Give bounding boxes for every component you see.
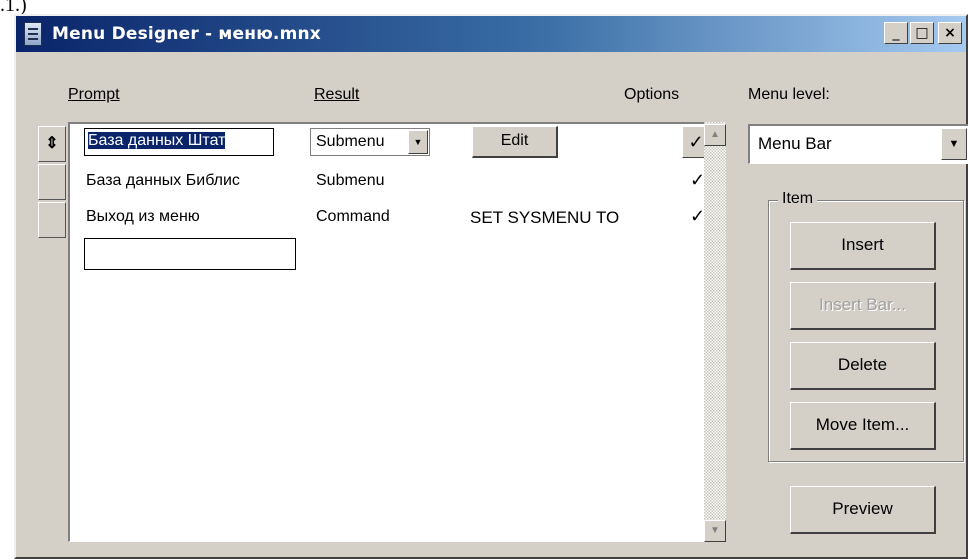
- result-column-header: Result: [314, 86, 360, 103]
- edit-button[interactable]: Edit: [472, 126, 558, 158]
- checkmark-icon[interactable]: ✓: [690, 170, 705, 191]
- vertical-scrollbar[interactable]: ▲ ▼: [704, 122, 726, 542]
- move-item-button[interactable]: Move Item...: [790, 402, 936, 450]
- menu-designer-icon: [24, 22, 42, 46]
- checkmark-icon[interactable]: ✓: [690, 206, 705, 227]
- minimize-button[interactable]: _: [884, 22, 908, 44]
- title-buttons: _ □ ×: [884, 22, 962, 44]
- prompt-cell[interactable]: Выход из меню: [86, 208, 200, 226]
- scroll-down-icon[interactable]: ▼: [704, 520, 726, 542]
- prompt-cell[interactable]: База данных Библис: [86, 172, 240, 190]
- row-mover-button[interactable]: [38, 202, 66, 238]
- menu-designer-window: Menu Designer - меню.mnx _ □ × Prompt Re…: [14, 14, 968, 559]
- table-row[interactable]: Выход из меню Command SET SYSMENU TO ✓: [70, 202, 717, 234]
- chevron-down-icon[interactable]: ▼: [408, 130, 428, 154]
- options-column-header: Options: [624, 86, 680, 103]
- insert-button[interactable]: Insert: [790, 222, 936, 270]
- chevron-down-icon[interactable]: ▼: [941, 128, 967, 160]
- up-down-arrows-icon[interactable]: ⇕: [38, 126, 66, 162]
- item-group-label: Item: [778, 190, 818, 208]
- close-button[interactable]: ×: [938, 22, 962, 44]
- prompt-input[interactable]: База данных Штат: [84, 128, 274, 156]
- new-prompt-input[interactable]: [84, 238, 296, 270]
- prompt-column-header: Prompt: [68, 86, 120, 103]
- window-title: Menu Designer - меню.mnx: [52, 24, 321, 44]
- menu-level-select[interactable]: Menu Bar ▼: [748, 124, 968, 164]
- result-cell[interactable]: Command: [316, 208, 390, 226]
- result-select[interactable]: Submenu ▼: [310, 128, 430, 156]
- scroll-up-icon[interactable]: ▲: [704, 124, 726, 146]
- preview-button[interactable]: Preview: [790, 486, 936, 534]
- mover-column: ⇕: [38, 126, 66, 238]
- title-bar[interactable]: Menu Designer - меню.mnx _ □ ×: [16, 16, 966, 52]
- menu-level-label: Menu level:: [748, 86, 830, 103]
- table-row[interactable]: База данных Штат Submenu ▼ Edit ✓: [70, 126, 717, 158]
- menu-items-grid: База данных Штат Submenu ▼ Edit ✓ База д…: [68, 122, 718, 542]
- result-cell[interactable]: Submenu: [316, 172, 385, 190]
- table-row[interactable]: [70, 236, 717, 270]
- delete-button[interactable]: Delete: [790, 342, 936, 390]
- table-row[interactable]: База данных Библис Submenu ✓: [70, 166, 717, 198]
- insert-bar-button[interactable]: Insert Bar...: [790, 282, 936, 330]
- maximize-button[interactable]: □: [910, 22, 934, 44]
- command-cell[interactable]: SET SYSMENU TO: [470, 208, 619, 228]
- row-mover-button[interactable]: [38, 164, 66, 200]
